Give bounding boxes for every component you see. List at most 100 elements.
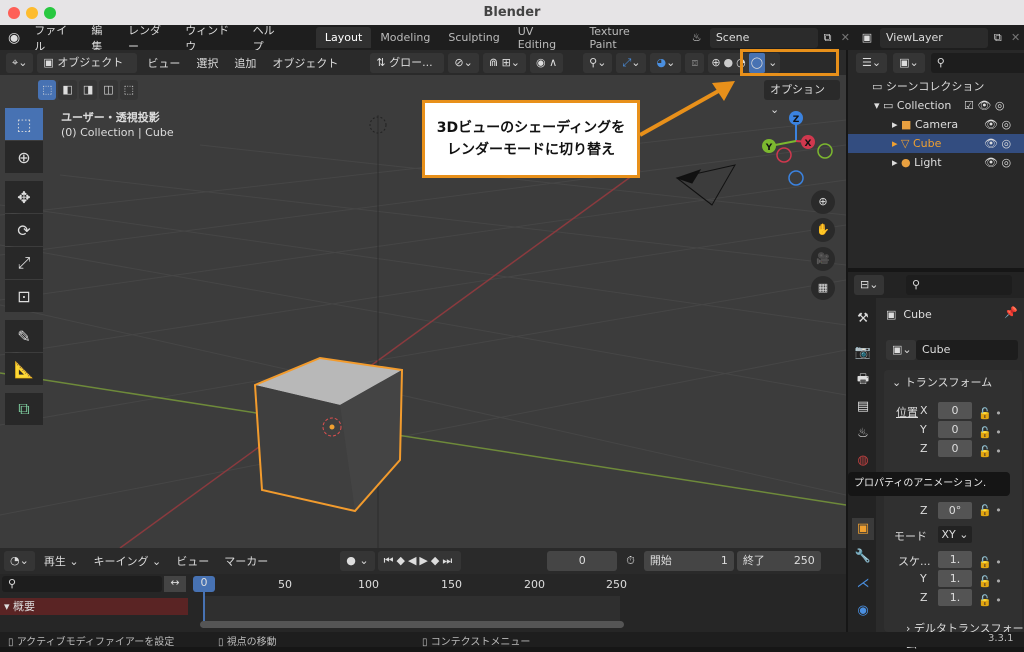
rotation-lock-icon[interactable]: 🔓 •	[978, 504, 1002, 517]
pan-hand-icon[interactable]: ✋	[811, 218, 835, 242]
location-y-field[interactable]: 0	[938, 421, 972, 438]
solid-shading-icon[interactable]: ●	[724, 53, 734, 73]
menu-select[interactable]: 選択	[190, 55, 224, 71]
wireframe-shading-icon[interactable]: ⊕	[711, 53, 720, 73]
playhead[interactable]: 0	[193, 576, 215, 592]
object-tab-icon[interactable]: ▣	[852, 518, 874, 540]
tab-modeling[interactable]: Modeling	[371, 27, 439, 48]
stopwatch-icon[interactable]: ⏱	[620, 554, 641, 568]
transform-panel-header[interactable]: ⌄ トランスフォーム	[892, 374, 992, 390]
move-tool-icon[interactable]: ✥	[5, 181, 43, 213]
new-scene-icon[interactable]: ⧉	[818, 31, 837, 45]
pin-icon[interactable]: 📌	[1004, 306, 1018, 319]
maximize-window-button[interactable]	[44, 7, 56, 19]
new-view-layer-icon[interactable]: ⧉	[988, 31, 1007, 45]
perspective-toggle-icon[interactable]: ▦	[811, 276, 835, 300]
outliner-scene-collection[interactable]: ▭ シーンコレクション	[848, 77, 1024, 96]
dopesheet-area[interactable]	[205, 596, 620, 622]
transform-tool-icon[interactable]: ⊡	[5, 280, 43, 312]
modifier-tab-icon[interactable]: 🔧	[852, 546, 874, 568]
scale-lock-icons[interactable]: 🔓 • 🔓 • 🔓 •	[978, 553, 1002, 610]
select-intersect-icon[interactable]: ⬚	[119, 80, 139, 100]
rotate-tool-icon[interactable]: ⟳	[5, 214, 43, 246]
object-data-dropdown[interactable]: ▣⌄	[886, 340, 916, 360]
delete-scene-icon[interactable]: ✕	[837, 31, 854, 44]
select-new-icon[interactable]: ⬚	[38, 80, 57, 100]
physics-tab-icon[interactable]: ◉	[852, 600, 874, 622]
scene-icon[interactable]: ♨	[684, 31, 710, 44]
end-frame-field[interactable]: 終了 250	[736, 551, 821, 571]
scene-name-field[interactable]: Scene	[709, 27, 819, 48]
transform-orientation-dropdown[interactable]: ⇅ グロー...	[370, 52, 445, 73]
tool-tab-icon[interactable]: ⚒	[852, 308, 874, 330]
scene-tab-icon[interactable]: ♨	[852, 423, 874, 445]
view-layer-tab-icon[interactable]: ▤	[852, 396, 874, 418]
render-tab-icon[interactable]: 📷	[852, 342, 874, 364]
menu-playback[interactable]: 再生 ⌄	[38, 553, 85, 569]
location-x-field[interactable]: 0	[938, 402, 972, 419]
object-name-field[interactable]: Cube	[916, 340, 1018, 360]
proportional-edit-toggle[interactable]: ◉ ∧	[530, 52, 564, 73]
start-frame-field[interactable]: 開始 1	[643, 551, 734, 571]
outliner-search-input[interactable]: ⚲	[930, 53, 1024, 73]
summary-channel[interactable]: ▾ 概要	[0, 598, 188, 615]
menu-marker[interactable]: マーカー	[218, 553, 274, 569]
select-subtract-icon[interactable]: ◨	[78, 80, 98, 100]
playback-controls[interactable]: ⏮◆◀▶◆⏭	[377, 551, 462, 571]
mode-dropdown[interactable]: ▣ オブジェクト ⌄	[37, 52, 138, 89]
select-invert-icon[interactable]: ◫	[99, 80, 118, 100]
menu-object[interactable]: オブジェクト	[266, 55, 344, 71]
rotation-z-field[interactable]: 0°	[938, 502, 972, 519]
scale-z-field[interactable]: 1.	[938, 589, 972, 606]
menu-add[interactable]: 追加	[228, 55, 262, 71]
snap-toggle[interactable]: ⋒ ⊞⌄	[482, 52, 527, 73]
options-dropdown[interactable]: オプション ⌄	[764, 80, 840, 116]
outliner-item-collection[interactable]: ▾ ▭ Collection ☑ 👁 ◎	[848, 96, 1024, 115]
scale-tool-icon[interactable]: ⤢	[5, 247, 43, 279]
zoom-icon[interactable]: ⊕	[811, 190, 835, 214]
timeline-scrollbar[interactable]	[200, 621, 624, 628]
particles-tab-icon[interactable]: ⋌	[852, 573, 874, 595]
menu-edit[interactable]: 編集	[83, 22, 120, 54]
menu-render[interactable]: レンダー	[120, 22, 177, 54]
properties-search-input[interactable]: ⚲	[906, 275, 1012, 295]
minimize-window-button[interactable]	[26, 7, 38, 19]
menu-view[interactable]: ビュー	[141, 55, 186, 71]
outliner-item-light[interactable]: ▸ ● Light 👁 ◎	[848, 153, 1024, 172]
pivot-dropdown[interactable]: ⊘⌄	[448, 52, 479, 73]
view-layer-field[interactable]: ViewLayer	[880, 27, 989, 48]
view-layer-icon[interactable]: ▣	[854, 31, 880, 44]
rotation-mode-dropdown[interactable]: XY ⌄	[938, 526, 972, 543]
menu-file[interactable]: ファイル	[26, 22, 83, 54]
visibility-dropdown[interactable]: ⚲⌄	[583, 52, 613, 73]
xray-toggle[interactable]: ⧈	[685, 52, 705, 73]
auto-keying-toggle[interactable]: ● ⌄	[340, 551, 375, 571]
outliner-item-camera[interactable]: ▸ ■ Camera 👁 ◎	[848, 115, 1024, 134]
delete-view-layer-icon[interactable]: ✕	[1007, 31, 1024, 44]
menu-window[interactable]: ウィンドウ	[177, 22, 244, 54]
timeline-editor-type-icon[interactable]: ◔⌄	[4, 551, 35, 571]
cursor-tool-icon[interactable]: ⊕	[5, 141, 43, 173]
current-frame-field[interactable]: 0	[547, 551, 618, 571]
scale-y-field[interactable]: 1.	[938, 570, 972, 587]
outliner-filter-icon[interactable]: ▣⌄	[893, 53, 925, 73]
select-extend-icon[interactable]: ◧	[58, 80, 77, 100]
close-window-button[interactable]	[8, 7, 20, 19]
outliner-display-mode-icon[interactable]: ☰⌄	[856, 53, 888, 73]
editor-type-button[interactable]: ⌖⌄	[6, 52, 34, 73]
properties-editor-type-icon[interactable]: ⊟⌄	[854, 275, 885, 295]
menu-timeline-view[interactable]: ビュー	[170, 553, 215, 569]
menu-help[interactable]: ヘルプ	[245, 22, 292, 54]
annotate-tool-icon[interactable]: ✎	[5, 320, 43, 352]
blender-logo-icon[interactable]: ◉	[0, 30, 26, 46]
select-box-tool-icon[interactable]: ⬚	[5, 108, 43, 140]
location-z-field[interactable]: 0	[938, 440, 972, 457]
measure-tool-icon[interactable]: 📐	[5, 353, 43, 385]
menu-keying[interactable]: キーイング ⌄	[88, 553, 168, 569]
swap-icon[interactable]: ↔	[164, 576, 186, 592]
outliner-item-cube[interactable]: ▸ ▽ Cube 👁 ◎	[848, 134, 1024, 153]
lock-icons[interactable]: 🔓 • 🔓 • 🔓 •	[978, 404, 1002, 461]
camera-object[interactable]	[675, 164, 737, 206]
tab-layout[interactable]: Layout	[315, 27, 372, 48]
gizmo-toggle[interactable]: ⤢⌄	[616, 52, 647, 73]
